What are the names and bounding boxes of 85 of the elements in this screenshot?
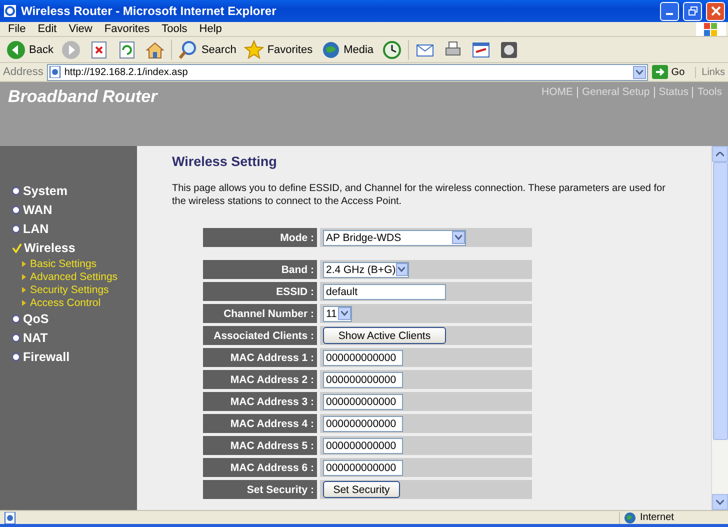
menu-item[interactable]: View bbox=[62, 23, 98, 35]
input-field[interactable]: 000000000000 bbox=[323, 372, 403, 388]
sidebar-item[interactable]: System bbox=[0, 181, 137, 200]
input-field[interactable]: 000000000000 bbox=[323, 394, 403, 410]
close-icon bbox=[710, 6, 720, 16]
browser-logo-icon bbox=[3, 4, 17, 18]
zone-label: Internet bbox=[640, 512, 674, 523]
stop-icon bbox=[89, 40, 110, 60]
menu-item[interactable]: Help bbox=[193, 23, 228, 35]
sidebar-subitem[interactable]: Basic Settings bbox=[0, 257, 137, 270]
menu-item[interactable]: Tools bbox=[156, 23, 194, 35]
restore-icon bbox=[688, 6, 698, 16]
field-label: Channel Number : bbox=[203, 304, 317, 323]
field-label: ESSID : bbox=[203, 282, 317, 301]
go-button[interactable]: Go bbox=[652, 65, 691, 79]
input-field[interactable]: 000000000000 bbox=[323, 350, 403, 366]
refresh-icon bbox=[117, 40, 138, 60]
caret-icon bbox=[341, 311, 348, 316]
sidebar-item[interactable]: WAN bbox=[0, 200, 137, 219]
menu-item[interactable]: File bbox=[2, 23, 32, 35]
field-label: MAC Address 4 : bbox=[203, 414, 317, 433]
back-toolbar-button[interactable]: Back bbox=[4, 40, 56, 60]
dropdown[interactable]: 2.4 GHz (B+G) bbox=[323, 262, 409, 278]
page-icon bbox=[4, 512, 16, 524]
sidebar-item[interactable]: NAT bbox=[0, 328, 137, 347]
triangle-icon bbox=[22, 274, 26, 280]
restore-button[interactable] bbox=[683, 2, 702, 20]
field-label: Set Security : bbox=[203, 480, 317, 499]
windows-flag-icon bbox=[704, 22, 718, 36]
sidebar-subitem[interactable]: Security Settings bbox=[0, 283, 137, 296]
input-field[interactable]: 000000000000 bbox=[323, 438, 403, 454]
forward-icon bbox=[61, 40, 82, 60]
back-icon bbox=[6, 40, 26, 60]
caret-icon bbox=[636, 70, 644, 74]
search-toolbar-button[interactable]: Search bbox=[176, 40, 238, 60]
menu-item[interactable]: Favorites bbox=[98, 23, 156, 35]
triangle-icon bbox=[22, 286, 26, 292]
sidebar-subitem[interactable]: Advanced Settings bbox=[0, 270, 137, 283]
field-label: MAC Address 2 : bbox=[203, 370, 317, 389]
favorites-toolbar-button[interactable]: Favorites bbox=[242, 40, 315, 60]
field-label: MAC Address 1 : bbox=[203, 348, 317, 367]
input-field[interactable]: 000000000000 bbox=[323, 416, 403, 432]
field-label: MAC Address 3 : bbox=[203, 392, 317, 411]
page-description: This page allows you to define ESSID, and Channel for the wireless connection. These parameters are used for the wireless stations to connect to the Access Point. bbox=[172, 182, 666, 208]
page-title: Wireless Setting bbox=[172, 154, 278, 169]
sidebar-item[interactable]: QoS bbox=[0, 309, 137, 328]
address-field[interactable]: http://192.168.2.1/index.asp bbox=[47, 64, 648, 80]
field-label: Band : bbox=[203, 260, 317, 279]
address-label: Address bbox=[3, 66, 44, 78]
sidebar-item[interactable]: LAN bbox=[0, 219, 137, 238]
form-button[interactable]: Show Active Clients bbox=[323, 327, 446, 344]
menu-item[interactable]: Edit bbox=[32, 23, 63, 35]
dropdown[interactable]: 11 bbox=[323, 306, 352, 322]
triangle-icon bbox=[22, 260, 26, 266]
home-icon bbox=[145, 40, 166, 60]
dropdown[interactable]: AP Bridge-WDS bbox=[323, 230, 466, 246]
search-icon bbox=[178, 40, 198, 60]
scroll-down-icon bbox=[716, 500, 724, 504]
globe-icon bbox=[624, 512, 636, 524]
triangle-icon bbox=[22, 300, 26, 306]
media-icon bbox=[320, 40, 341, 60]
history-icon bbox=[382, 40, 402, 60]
input-field[interactable]: 000000000000 bbox=[323, 460, 403, 476]
caret-icon bbox=[398, 267, 406, 272]
caret-icon bbox=[455, 235, 462, 240]
window-title: Wireless Router - Microsoft Internet Explorer bbox=[21, 4, 278, 18]
vertical-scrollbar[interactable] bbox=[711, 146, 728, 510]
page-icon bbox=[49, 66, 62, 78]
sidebar-subitem[interactable]: Access Control bbox=[0, 296, 137, 309]
field-label: MAC Address 6 : bbox=[203, 458, 317, 477]
field-label: MAC Address 5 : bbox=[203, 436, 317, 455]
links-button[interactable]: Links bbox=[694, 66, 725, 78]
field-label: Associated Clients : bbox=[203, 326, 317, 345]
sidebar-item[interactable]: Firewall bbox=[0, 347, 137, 366]
sidebar-item[interactable]: Wireless bbox=[0, 238, 137, 257]
brand-title: Broadband Router bbox=[8, 87, 158, 107]
field-label: Mode : bbox=[203, 228, 317, 247]
input-field[interactable]: default bbox=[323, 284, 446, 300]
close-button[interactable] bbox=[706, 2, 725, 20]
form-button[interactable]: Set Security bbox=[323, 481, 400, 498]
scroll-up-icon bbox=[716, 152, 724, 156]
minimize-icon bbox=[666, 13, 673, 15]
media-toolbar-button[interactable]: Media bbox=[318, 40, 376, 60]
favorites-icon bbox=[244, 40, 264, 60]
minimize-button[interactable] bbox=[660, 2, 679, 20]
